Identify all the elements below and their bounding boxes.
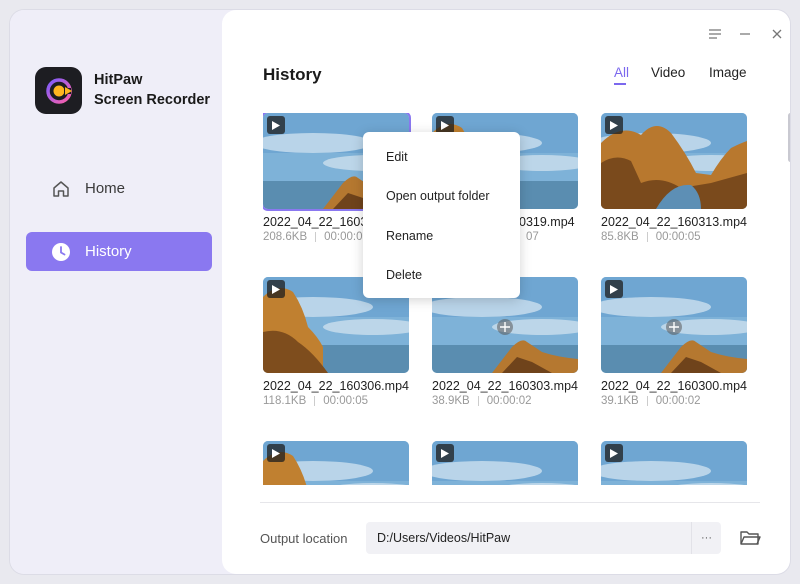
brand-name: HitPaw Screen Recorder: [94, 70, 210, 110]
history-card: [601, 441, 747, 485]
video-thumbnail[interactable]: [263, 441, 409, 485]
meta-separator: [646, 396, 648, 406]
file-meta: 39.1KB 00:00:02: [601, 395, 747, 407]
app-window: HitPaw Screen Recorder Home History Hist…: [10, 10, 790, 574]
menu-icon[interactable]: [705, 24, 725, 44]
menu-item-rename[interactable]: Rename: [363, 216, 520, 256]
logo-icon: [45, 77, 72, 104]
home-icon: [50, 178, 72, 200]
file-meta: 85.8KB 00:00:05: [601, 231, 747, 243]
app-logo: [35, 67, 82, 114]
meta-separator: [315, 232, 317, 242]
file-name: 2022_04_22_160313.mp4: [601, 215, 747, 229]
sidebar-item-label: History: [85, 243, 132, 260]
page-title: History: [263, 65, 322, 84]
history-card: 2022_04_22_160313.mp4 85.8KB 00:00:05: [601, 113, 747, 243]
file-size: 39.1KB: [601, 395, 639, 407]
play-icon: [267, 280, 285, 298]
brand-line2: Screen Recorder: [94, 92, 211, 108]
tab-video[interactable]: Video: [651, 65, 685, 80]
play-icon: [436, 444, 454, 462]
file-duration: 00:00:02: [655, 395, 701, 407]
file-meta: 38.9KB 00:00:02: [432, 395, 578, 407]
sidebar-item-label: Home: [85, 180, 126, 197]
menu-item-open-output-folder[interactable]: Open output folder: [363, 177, 520, 217]
tab-all[interactable]: All: [614, 65, 629, 80]
file-name: 2022_04_22_160303.mp4: [432, 379, 578, 393]
play-icon: [267, 444, 285, 462]
play-icon: [605, 116, 623, 134]
context-menu: Edit Open output folder Rename Delete: [363, 132, 520, 298]
menu-item-edit[interactable]: Edit: [363, 137, 520, 177]
file-size: 208.6KB: [263, 231, 308, 243]
sidebar-item-history[interactable]: History: [26, 232, 212, 271]
brand-line1: HitPaw: [94, 72, 143, 88]
folder-icon[interactable]: [739, 528, 761, 548]
file-name: 2022_04_22_160306.mp4: [263, 379, 409, 393]
menu-item-delete[interactable]: Delete: [363, 256, 520, 296]
video-thumbnail[interactable]: [432, 441, 578, 485]
browse-button[interactable]: ···: [691, 522, 721, 554]
clock-icon: [50, 241, 72, 263]
output-location-label: Output location: [260, 531, 348, 546]
move-cursor-icon: [666, 319, 682, 335]
play-icon: [605, 280, 623, 298]
file-size: 85.8KB: [601, 231, 639, 243]
history-card: 2022_04_22_160300.mp4 39.1KB 00:00:02: [601, 277, 747, 407]
meta-separator: [646, 232, 648, 242]
tab-image[interactable]: Image: [709, 65, 747, 80]
video-thumbnail[interactable]: [601, 277, 747, 373]
move-cursor-icon: [497, 319, 513, 335]
video-thumbnail[interactable]: [601, 113, 747, 209]
output-path: D:/Users/Videos/HitPaw: [377, 531, 511, 545]
video-thumbnail[interactable]: [601, 441, 747, 485]
output-location-field[interactable]: D:/Users/Videos/HitPaw ···: [366, 522, 721, 554]
minimize-icon[interactable]: [735, 24, 755, 44]
meta-separator: [314, 396, 316, 406]
sidebar: HitPaw Screen Recorder Home History: [10, 10, 222, 574]
tab-active-indicator: [614, 83, 626, 85]
file-duration: 00:00:0: [324, 231, 363, 243]
close-icon[interactable]: [767, 24, 787, 44]
history-card: [432, 441, 578, 485]
file-duration: 00:00:05: [323, 395, 369, 407]
meta-separator: [477, 396, 479, 406]
file-meta: 118.1KB 00:00:05: [263, 395, 409, 407]
file-name: 2022_04_22_160300.mp4: [601, 379, 747, 393]
divider: [260, 502, 760, 503]
file-duration: 07: [526, 231, 539, 243]
file-duration: 00:00:05: [655, 231, 701, 243]
file-duration: 00:00:02: [486, 395, 532, 407]
play-icon: [267, 116, 285, 134]
scrollbar[interactable]: [788, 113, 790, 162]
file-size: 38.9KB: [432, 395, 470, 407]
file-size: 118.1KB: [263, 395, 307, 407]
play-icon: [605, 444, 623, 462]
history-card: [263, 441, 409, 485]
sidebar-item-home[interactable]: Home: [26, 169, 212, 208]
